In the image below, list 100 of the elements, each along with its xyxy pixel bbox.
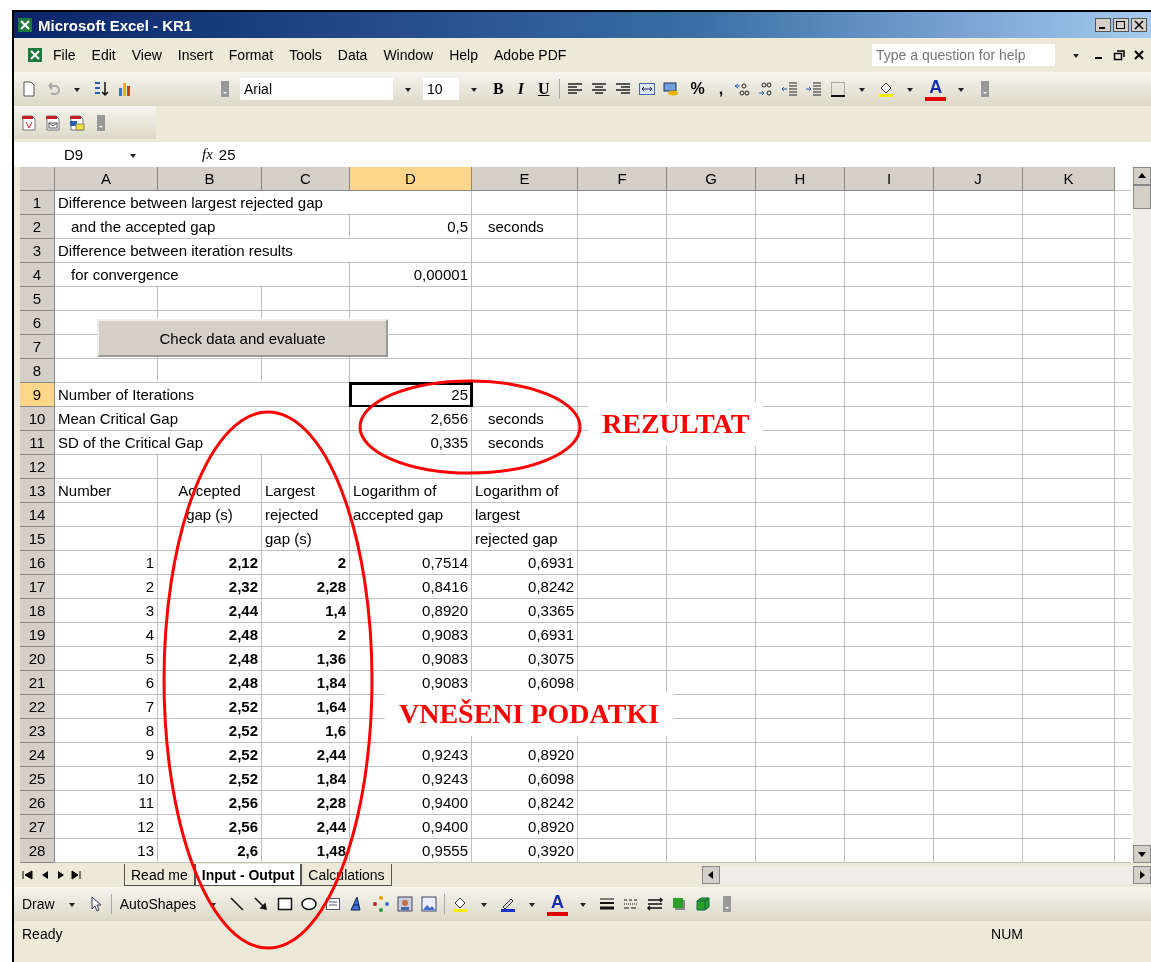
column-header[interactable]: D bbox=[350, 167, 472, 191]
menu-item[interactable]: Adobe PDF bbox=[487, 45, 574, 65]
menu-item[interactable]: Insert bbox=[170, 45, 220, 65]
row-header[interactable]: 21 bbox=[20, 671, 55, 695]
merge-cells-icon[interactable] bbox=[638, 80, 657, 98]
scroll-right-icon[interactable] bbox=[1133, 866, 1151, 884]
sheet-tab[interactable]: Read me bbox=[124, 864, 195, 886]
formula-field[interactable]: 25 bbox=[218, 146, 1151, 163]
column-header[interactable]: E bbox=[472, 167, 578, 191]
pdf-document-icon[interactable] bbox=[20, 113, 38, 132]
row-header[interactable]: 6 bbox=[20, 311, 55, 335]
autoshapes-menu-button[interactable]: AutoShapes bbox=[117, 896, 198, 912]
menu-item[interactable]: Help bbox=[442, 45, 485, 65]
row-header[interactable]: 1 bbox=[20, 191, 55, 215]
column-header[interactable]: G bbox=[667, 167, 756, 191]
restore-icon[interactable] bbox=[1113, 49, 1125, 61]
row-header[interactable]: 12 bbox=[20, 455, 55, 479]
row-header[interactable]: 16 bbox=[20, 551, 55, 575]
row-header[interactable]: 7 bbox=[20, 335, 55, 359]
font-color-button[interactable]: A bbox=[925, 77, 947, 101]
row-header[interactable]: 25 bbox=[20, 767, 55, 791]
minimize-icon[interactable] bbox=[1095, 18, 1111, 32]
row-header[interactable]: 2 bbox=[20, 215, 55, 239]
borders-icon[interactable] bbox=[829, 80, 848, 98]
evaluate-button[interactable]: Check data and evaluate bbox=[97, 319, 388, 357]
scroll-up-icon[interactable] bbox=[1133, 167, 1151, 185]
menu-item[interactable]: Data bbox=[330, 45, 375, 65]
fill-bucket-icon[interactable] bbox=[450, 895, 469, 913]
pdf-mail-icon[interactable] bbox=[44, 113, 62, 132]
currency-icon[interactable] bbox=[662, 80, 681, 98]
row-header[interactable]: 14 bbox=[20, 503, 55, 527]
row-header[interactable]: 22 bbox=[20, 695, 55, 719]
row-header[interactable]: 18 bbox=[20, 599, 55, 623]
row-header[interactable]: 15 bbox=[20, 527, 55, 551]
row-header[interactable]: 20 bbox=[20, 647, 55, 671]
column-header[interactable]: H bbox=[756, 167, 845, 191]
vertical-scrollbar[interactable] bbox=[1133, 167, 1151, 863]
row-header[interactable]: 26 bbox=[20, 791, 55, 815]
menu-item[interactable]: File bbox=[46, 45, 83, 65]
menu-item[interactable]: View bbox=[124, 45, 169, 65]
close-icon[interactable] bbox=[1131, 18, 1147, 32]
arrow-icon[interactable] bbox=[251, 895, 270, 913]
fill-bucket-icon[interactable] bbox=[877, 80, 896, 98]
font-size-field[interactable]: 10 bbox=[423, 78, 459, 100]
column-header[interactable]: K bbox=[1023, 167, 1115, 191]
row-header[interactable]: 28 bbox=[20, 839, 55, 863]
help-search-field[interactable]: Type a question for help bbox=[872, 44, 1055, 66]
cube-icon[interactable] bbox=[693, 895, 712, 913]
function-symbol[interactable]: fx bbox=[202, 146, 213, 163]
new-document-icon[interactable] bbox=[20, 80, 38, 98]
menu-item[interactable]: Window bbox=[376, 45, 441, 65]
menu-item[interactable]: Format bbox=[221, 45, 281, 65]
row-header[interactable]: 4 bbox=[20, 263, 55, 287]
ellipse-icon[interactable] bbox=[299, 895, 318, 913]
row-header[interactable]: 27 bbox=[20, 815, 55, 839]
column-header[interactable]: C bbox=[262, 167, 350, 191]
column-header[interactable]: A bbox=[55, 167, 158, 191]
scroll-down-icon[interactable] bbox=[1133, 845, 1151, 863]
row-header[interactable]: 24 bbox=[20, 743, 55, 767]
clip-art-icon[interactable] bbox=[395, 895, 414, 913]
line-style-icon[interactable] bbox=[597, 895, 616, 913]
row-header[interactable]: 23 bbox=[20, 719, 55, 743]
column-header[interactable]: F bbox=[578, 167, 667, 191]
row-header[interactable]: 10 bbox=[20, 407, 55, 431]
diagram-icon[interactable] bbox=[371, 895, 390, 913]
row-header[interactable]: 13 bbox=[20, 479, 55, 503]
font-color-button[interactable]: A bbox=[546, 892, 568, 916]
text-style-button[interactable]: U bbox=[533, 77, 554, 101]
image-icon[interactable] bbox=[419, 895, 438, 913]
text-style-button[interactable]: I bbox=[513, 77, 528, 101]
outdent-icon[interactable] bbox=[781, 80, 800, 98]
horizontal-scrollbar[interactable] bbox=[701, 866, 1151, 884]
row-header[interactable]: 17 bbox=[20, 575, 55, 599]
sort-icon[interactable] bbox=[92, 80, 110, 98]
row-header[interactable]: 19 bbox=[20, 623, 55, 647]
row-header[interactable]: 3 bbox=[20, 239, 55, 263]
pdf-comment-icon[interactable] bbox=[68, 113, 86, 132]
draw-menu-button[interactable]: Draw bbox=[20, 896, 57, 912]
name-box[interactable]: D9 bbox=[14, 146, 124, 163]
font-name-field[interactable]: Arial bbox=[240, 78, 393, 100]
number-format-button[interactable]: % bbox=[686, 77, 709, 101]
sheet-navigation-icon[interactable] bbox=[20, 868, 84, 882]
arrow-style-icon[interactable] bbox=[645, 895, 664, 913]
row-header[interactable]: 9 bbox=[20, 383, 55, 407]
scroll-thumb[interactable] bbox=[1133, 185, 1151, 209]
scroll-left-icon[interactable] bbox=[701, 866, 720, 884]
sheet-tab[interactable]: Input - Output bbox=[194, 864, 302, 886]
increase-decimal-icon[interactable] bbox=[733, 80, 752, 98]
text-style-button[interactable]: B bbox=[489, 77, 508, 101]
menu-item[interactable]: Edit bbox=[84, 45, 123, 65]
column-header[interactable]: J bbox=[934, 167, 1023, 191]
row-header[interactable]: 8 bbox=[20, 359, 55, 383]
line-icon[interactable] bbox=[227, 895, 246, 913]
row-header[interactable]: 11 bbox=[20, 431, 55, 455]
row-header[interactable]: 5 bbox=[20, 287, 55, 311]
close-icon[interactable] bbox=[1133, 49, 1145, 61]
column-header[interactable]: B bbox=[158, 167, 262, 191]
restore-icon[interactable] bbox=[1113, 18, 1129, 32]
indent-icon[interactable] bbox=[805, 80, 824, 98]
text-box-icon[interactable] bbox=[323, 895, 342, 913]
